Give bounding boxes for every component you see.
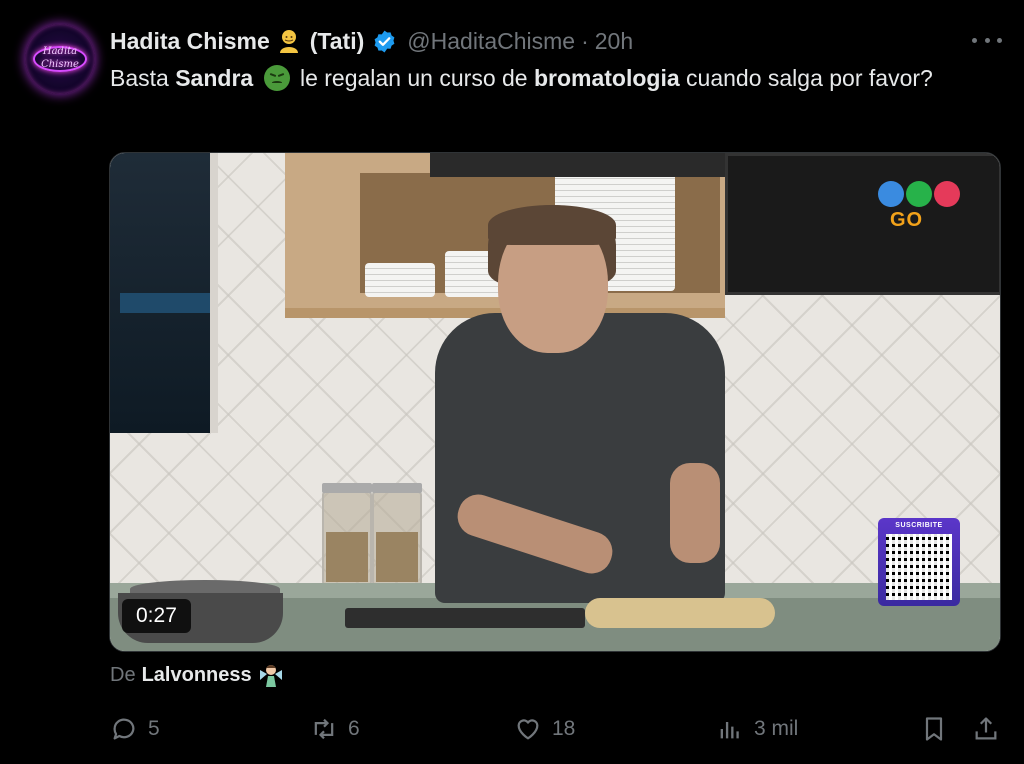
channel-logo-text: GO (890, 209, 924, 231)
bookmark-icon (925, 717, 943, 741)
post-text-bold-sandra: Sandra (175, 65, 254, 91)
fairy-emoji-icon (258, 662, 284, 688)
verified-badge-icon (374, 30, 395, 52)
author-avatar[interactable]: Hadita Chisme (25, 24, 95, 94)
views-button[interactable]: 3 mil (716, 712, 798, 746)
reply-icon (113, 718, 135, 740)
author-handle[interactable]: @HaditaChisme (407, 28, 575, 55)
video-window (110, 153, 218, 433)
author-name[interactable]: Hadita Chisme (110, 28, 270, 55)
repost-button[interactable]: 6 (310, 712, 360, 746)
more-options-icon[interactable] (972, 30, 1002, 50)
share-icon (975, 717, 997, 740)
video-jar (322, 483, 372, 586)
author-nick[interactable]: (Tati) (310, 28, 365, 55)
video-jar (372, 483, 422, 586)
post-header: Hadita Chisme (Tati) @HaditaChisme · 20h (110, 26, 633, 56)
avatar-text-line2: Chisme (41, 59, 79, 70)
separator-dot: · (581, 27, 589, 54)
channel-logo: GO (878, 181, 962, 237)
post-text: Basta Sandra le regalan un curso de brom… (110, 62, 990, 95)
post-text-part2: le regalan un curso de (293, 65, 534, 91)
share-button[interactable] (972, 712, 1000, 746)
action-bar: 5 6 18 3 mil (110, 712, 1002, 746)
video-duration: 0:27 (122, 599, 191, 633)
qr-label: SUSCRIBITE (895, 522, 943, 529)
views-icon (720, 722, 739, 739)
media-attribution: De Lalvonness (110, 662, 284, 688)
avatar-text-line1: Hadita (42, 46, 78, 57)
post-text-part1: Basta (110, 65, 176, 91)
post-text-part3: cuando salga por favor? (679, 65, 933, 91)
reply-count: 5 (148, 717, 160, 740)
attribution-prefix: De (110, 663, 136, 686)
attribution-user[interactable]: Lalvonness (142, 664, 252, 687)
repost-icon (314, 718, 334, 740)
like-count: 18 (552, 717, 576, 740)
qr-code: SUSCRIBITE (878, 518, 960, 606)
video-player[interactable]: GO SUSCRIBITE 0:27 (109, 152, 1001, 652)
post-time[interactable]: 20h (595, 28, 633, 55)
person-emoji-icon (276, 28, 302, 54)
heart-icon (517, 719, 539, 740)
nauseated-face-emoji-icon (263, 65, 290, 91)
bookmark-button[interactable] (920, 712, 948, 746)
repost-count: 6 (348, 717, 360, 740)
like-button[interactable]: 18 (514, 712, 575, 746)
post-text-bold-bromatologia: bromatologia (533, 65, 680, 91)
reply-button[interactable]: 5 (110, 712, 160, 746)
views-count: 3 mil (754, 717, 799, 740)
